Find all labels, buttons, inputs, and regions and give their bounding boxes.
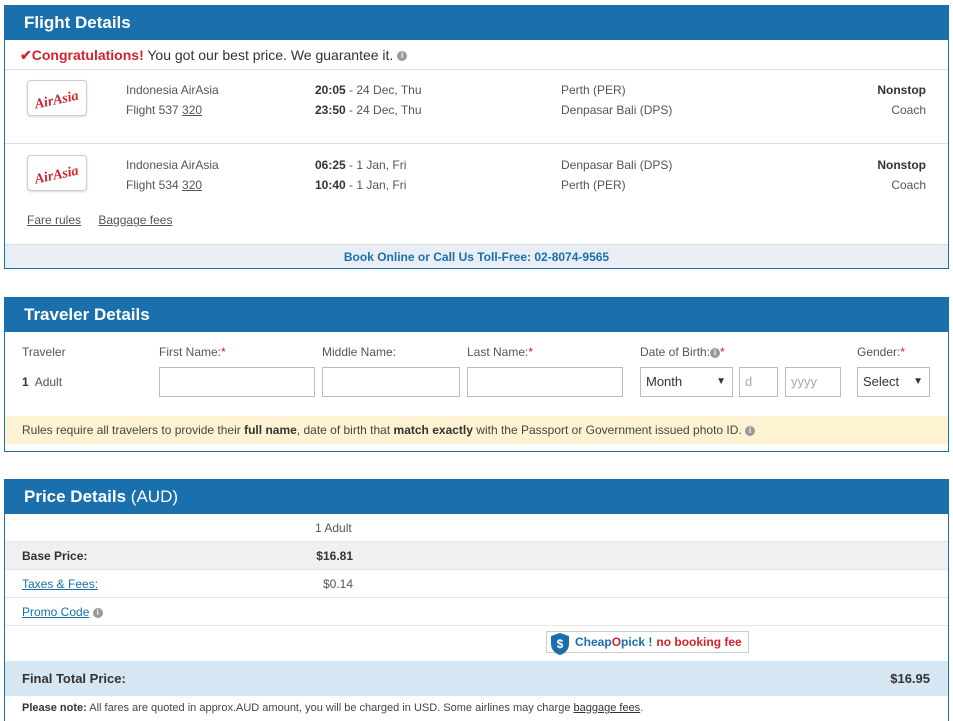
- congrats-text: You got our best price. We guarantee it.: [147, 47, 394, 63]
- aircraft-link[interactable]: 320: [182, 178, 202, 192]
- cabin-class: Coach: [891, 103, 926, 117]
- flight-stops: Nonstop Coach: [877, 80, 926, 120]
- taxes-value: $0.14: [322, 577, 353, 591]
- baggage-fees-note-link[interactable]: baggage fees: [574, 702, 641, 714]
- stops-label: Nonstop: [877, 158, 926, 172]
- departure-date: - 1 Jan, Fri: [349, 158, 407, 172]
- traveler-details-title: Traveler Details: [5, 298, 948, 332]
- final-total-label: Final Total Price:: [22, 671, 126, 686]
- first-name-input[interactable]: [159, 367, 315, 397]
- flight-times: 06:25 - 1 Jan, Fri 10:40 - 1 Jan, Fri: [315, 155, 406, 195]
- airline-name: Indonesia AirAsia: [126, 158, 219, 172]
- promo-code-link[interactable]: Promo Code: [22, 605, 89, 619]
- base-price-label: Base Price:: [22, 549, 88, 563]
- flight-details-title: Flight Details: [5, 6, 948, 40]
- flight-cities: Perth (PER) Denpasar Bali (DPS): [561, 80, 672, 120]
- info-icon[interactable]: i: [745, 425, 756, 436]
- first-name-label: First Name:*: [159, 345, 226, 359]
- arrival-date: - 1 Jan, Fri: [349, 178, 407, 192]
- fare-rules-link[interactable]: Fare rules: [27, 213, 81, 227]
- base-price-row: Base Price: $16.81: [5, 542, 948, 570]
- airline-info: Indonesia AirAsia Flight 537 320: [126, 80, 219, 120]
- flight-number: Flight 537: [126, 103, 179, 117]
- info-icon[interactable]: i: [397, 51, 408, 62]
- final-total-value: $16.95: [890, 671, 930, 686]
- last-name-input[interactable]: [467, 367, 623, 397]
- traveler-type: 1 Adult: [22, 375, 63, 389]
- origin-city: Perth (PER): [561, 83, 626, 97]
- dob-label: Date of Birth: i *: [640, 345, 725, 359]
- aircraft-link[interactable]: 320: [182, 103, 202, 117]
- destination-city: Perth (PER): [561, 178, 626, 192]
- flight-segment-outbound: AirAsia Indonesia AirAsia Flight 537 320…: [5, 70, 948, 144]
- destination-city: Denpasar Bali (DPS): [561, 103, 673, 117]
- flight-segment-return: AirAsia Indonesia AirAsia Flight 534 320…: [5, 145, 948, 219]
- promo-row: Promo Code i: [5, 598, 948, 626]
- middle-name-input[interactable]: [322, 367, 460, 397]
- chevron-down-icon: ▼: [716, 376, 726, 387]
- departure-time: 20:05: [315, 83, 346, 97]
- cheapopick-badge: $ CheapOpick ! no booking fee: [546, 631, 749, 655]
- price-header-row: 1 Adult: [5, 514, 948, 542]
- airline-info: Indonesia AirAsia Flight 534 320: [126, 155, 219, 195]
- middle-name-label: Middle Name:: [322, 345, 397, 359]
- cabin-class: Coach: [891, 178, 926, 192]
- info-icon[interactable]: i: [92, 607, 103, 618]
- price-details-panel: Price Details (AUD) 1 Adult Base Price: …: [4, 479, 949, 721]
- departure-date: - 24 Dec, Thu: [349, 83, 422, 97]
- svg-text:$: $: [557, 637, 564, 651]
- book-online-bar: Book Online or Call Us Toll-Free: 02-807…: [5, 244, 948, 268]
- flight-stops: Nonstop Coach: [877, 155, 926, 195]
- congrats-strong: Congratulations!: [31, 47, 144, 63]
- dob-info-icon[interactable]: i: [710, 347, 721, 358]
- shield-dollar-icon: $: [551, 633, 569, 655]
- chevron-down-icon: ▼: [913, 376, 923, 387]
- traveler-col-label: Traveler: [22, 345, 66, 359]
- stops-label: Nonstop: [877, 83, 926, 97]
- arrival-time: 23:50: [315, 103, 346, 117]
- gender-select[interactable]: Select ▼: [857, 367, 930, 397]
- flight-times: 20:05 - 24 Dec, Thu 23:50 - 24 Dec, Thu: [315, 80, 422, 120]
- airasia-logo: AirAsia: [27, 155, 87, 191]
- taxes-fees-link[interactable]: Taxes & Fees:: [22, 570, 98, 598]
- arrival-date: - 24 Dec, Thu: [349, 103, 422, 117]
- dob-month-select[interactable]: Month ▼: [640, 367, 733, 397]
- final-total-row: Final Total Price: $16.95: [5, 661, 948, 696]
- svg-text:AirAsia: AirAsia: [32, 164, 79, 188]
- origin-city: Denpasar Bali (DPS): [561, 158, 673, 172]
- last-name-label: Last Name:*: [467, 345, 534, 359]
- check-icon: ✔: [20, 47, 32, 63]
- baggage-fees-link[interactable]: Baggage fees: [98, 213, 172, 227]
- gender-label: Gender:*: [857, 345, 906, 359]
- flight-details-panel: Flight Details ✔Congratulations! You got…: [4, 5, 949, 269]
- pax-header: 1 Adult: [315, 521, 352, 535]
- flight-number: Flight 534: [126, 178, 179, 192]
- price-details-title: Price Details (AUD): [5, 480, 948, 514]
- congrats-banner: ✔Congratulations! You got our best price…: [5, 40, 948, 70]
- base-price-value: $16.81: [316, 549, 353, 563]
- dob-day-input[interactable]: d: [739, 367, 778, 397]
- airline-name: Indonesia AirAsia: [126, 83, 219, 97]
- fare-links: Fare rules Baggage fees: [27, 213, 186, 227]
- arrival-time: 10:40: [315, 178, 346, 192]
- airasia-logo: AirAsia: [27, 80, 87, 116]
- svg-text:AirAsia: AirAsia: [32, 89, 79, 113]
- traveler-details-panel: Traveler Details Traveler First Name:* M…: [4, 297, 949, 452]
- taxes-row: Taxes & Fees: $0.14: [5, 570, 948, 598]
- departure-time: 06:25: [315, 158, 346, 172]
- name-rules-notice: Rules require all travelers to provide t…: [5, 416, 948, 444]
- dob-year-input[interactable]: yyyy: [785, 367, 841, 397]
- price-note: Please note: All fares are quoted in app…: [22, 702, 644, 714]
- flight-cities: Denpasar Bali (DPS) Perth (PER): [561, 155, 672, 195]
